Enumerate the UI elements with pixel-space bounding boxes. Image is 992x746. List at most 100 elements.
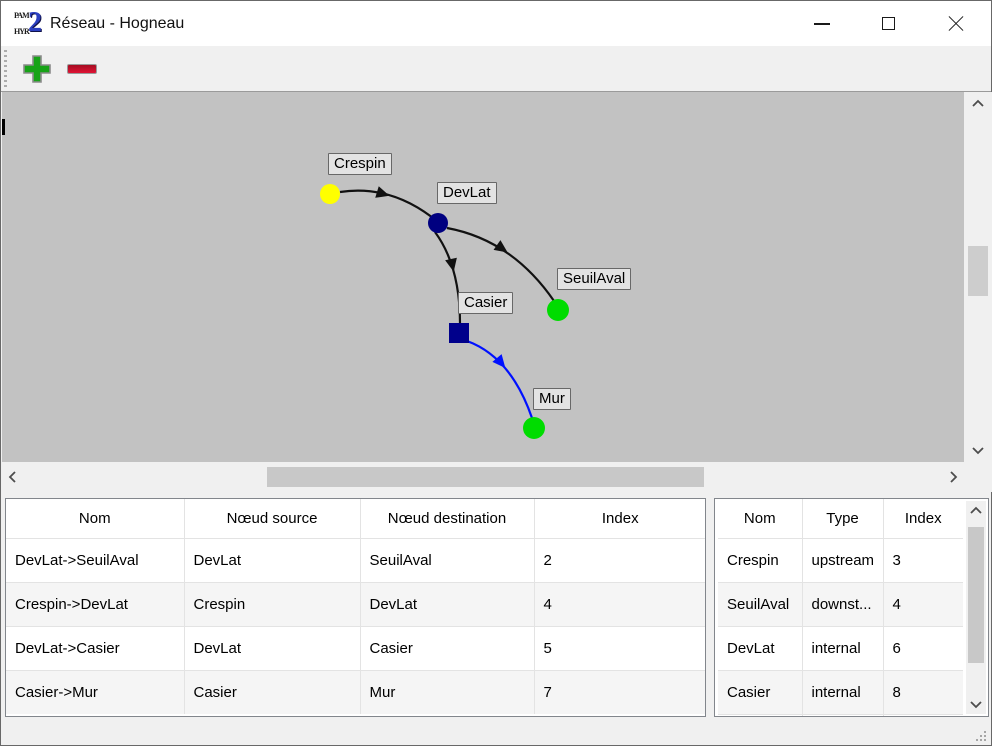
scroll-up-icon[interactable]	[970, 96, 986, 112]
cell-destination[interactable]: DevLat	[360, 582, 534, 626]
table-row[interactable]: SeuilAval downst... 4	[718, 582, 963, 626]
cell-source[interactable]: Casier	[184, 670, 360, 714]
toolbar	[1, 46, 991, 92]
node-label-Casier[interactable]: Casier	[458, 292, 513, 314]
cell-source[interactable]: DevLat	[184, 538, 360, 582]
scroll-down-icon[interactable]	[968, 696, 984, 712]
canvas-horizontal-scrollbar[interactable]	[2, 462, 964, 492]
window-controls	[788, 1, 989, 46]
scrollbar-corner	[964, 462, 992, 492]
nodes-table: Nom Type Index Crespin upstream 3 SeuilA…	[718, 499, 963, 717]
logo-text-bottom: HYR	[14, 27, 29, 36]
clipped-canvas-object	[2, 119, 5, 135]
title-bar[interactable]: PAM HYR 2 Réseau - Hogneau	[1, 1, 991, 46]
cell-type[interactable]: downst...	[802, 582, 883, 626]
app-window: { "window": { "title": "Réseau - Hogneau…	[0, 0, 992, 746]
table-row[interactable]: DevLat->SeuilAval DevLat SeuilAval 2	[6, 538, 706, 582]
window-title: Réseau - Hogneau	[50, 15, 184, 33]
edge-DevLat->Casier[interactable]	[435, 232, 460, 323]
node-DevLat[interactable]	[428, 213, 448, 233]
logo-text-top: PAM	[14, 11, 29, 20]
table-row[interactable]: Casier->Mur Casier Mur 7	[6, 670, 706, 714]
table-row[interactable]: Crespin upstream 3	[718, 538, 963, 582]
node-Crespin[interactable]	[320, 184, 340, 204]
cell-index[interactable]: 2	[534, 538, 706, 582]
header-index[interactable]: Index	[883, 499, 963, 538]
network-canvas-svg	[2, 92, 964, 462]
node-label-Crespin[interactable]: Crespin	[328, 153, 392, 175]
cell-index[interactable]: 8	[883, 670, 963, 714]
edges-table-header-row: Nom Nœud source Nœud destination Index	[6, 499, 706, 538]
cell-index[interactable]: 4	[534, 582, 706, 626]
header-index[interactable]: Index	[534, 499, 706, 538]
minimize-icon	[814, 23, 830, 25]
close-icon	[947, 15, 965, 33]
table-row[interactable]	[718, 714, 963, 717]
node-Casier[interactable]	[449, 323, 469, 343]
node-Mur[interactable]	[523, 417, 545, 439]
canvas-vertical-scrollbar[interactable]	[964, 92, 992, 462]
cell-source[interactable]: DevLat	[184, 626, 360, 670]
scroll-left-icon[interactable]	[5, 469, 21, 485]
logo-text-big: 2	[28, 7, 42, 39]
nodes-table-scroll-thumb[interactable]	[968, 527, 984, 663]
network-canvas[interactable]: Crespin DevLat SeuilAval Casier Mur	[2, 92, 964, 462]
add-button[interactable]	[21, 53, 53, 85]
cell-index[interactable]: 3	[883, 538, 963, 582]
cell-nom[interactable]: DevLat->Casier	[6, 626, 184, 670]
canvas-hscroll-thumb[interactable]	[267, 467, 704, 487]
header-nom[interactable]: Nom	[6, 499, 184, 538]
header-noeud-source[interactable]: Nœud source	[184, 499, 360, 538]
plus-icon	[21, 53, 53, 85]
scroll-right-icon[interactable]	[945, 469, 961, 485]
cell-destination[interactable]: Casier	[360, 626, 534, 670]
edge-Casier->Mur[interactable]	[467, 341, 532, 418]
toolbar-drag-handle[interactable]	[4, 50, 7, 88]
table-row[interactable]: Crespin->DevLat Crespin DevLat 4	[6, 582, 706, 626]
node-label-SeuilAval[interactable]: SeuilAval	[557, 268, 631, 290]
minus-icon	[67, 64, 97, 74]
node-label-DevLat[interactable]: DevLat	[437, 182, 497, 204]
cell-nom[interactable]: SeuilAval	[718, 582, 802, 626]
table-row[interactable]: DevLat->Casier DevLat Casier 5	[6, 626, 706, 670]
header-nom[interactable]: Nom	[718, 499, 802, 538]
remove-button[interactable]	[67, 64, 97, 74]
cell-index[interactable]: 6	[883, 626, 963, 670]
cell-type[interactable]: internal	[802, 626, 883, 670]
table-row[interactable]: DevLat internal 6	[718, 626, 963, 670]
nodes-table-panel: Nom Type Index Crespin upstream 3 SeuilA…	[714, 498, 989, 717]
cell-nom[interactable]: Casier->Mur	[6, 670, 184, 714]
minimize-button[interactable]	[788, 1, 855, 46]
header-type[interactable]: Type	[802, 499, 883, 538]
maximize-icon	[882, 17, 895, 30]
table-row[interactable]: Casier internal 8	[718, 670, 963, 714]
cell-nom[interactable]: Casier	[718, 670, 802, 714]
cell-index[interactable]: 4	[883, 582, 963, 626]
cell-nom[interactable]: DevLat	[718, 626, 802, 670]
cell-source[interactable]: Crespin	[184, 582, 360, 626]
cell-type[interactable]: internal	[802, 670, 883, 714]
nodes-table-scrollbar[interactable]	[966, 501, 986, 714]
cell-nom[interactable]: DevLat->SeuilAval	[6, 538, 184, 582]
cell-index[interactable]: 7	[534, 670, 706, 714]
cell-destination[interactable]: Mur	[360, 670, 534, 714]
edge-Crespin->DevLat[interactable]	[340, 191, 438, 222]
scroll-up-icon[interactable]	[968, 503, 984, 519]
close-button[interactable]	[922, 1, 989, 46]
cell-destination[interactable]: SeuilAval	[360, 538, 534, 582]
status-bar	[1, 719, 991, 745]
canvas-vscroll-thumb[interactable]	[968, 246, 988, 296]
node-label-Mur[interactable]: Mur	[533, 388, 571, 410]
header-noeud-destination[interactable]: Nœud destination	[360, 499, 534, 538]
cell-index[interactable]: 5	[534, 626, 706, 670]
cell-nom[interactable]: Crespin	[718, 538, 802, 582]
scroll-down-icon[interactable]	[970, 442, 986, 458]
resize-grip-icon[interactable]	[976, 731, 987, 742]
edges-table: Nom Nœud source Nœud destination Index D…	[6, 499, 706, 714]
cell-type[interactable]: upstream	[802, 538, 883, 582]
edge-DevLat->SeuilAval[interactable]	[447, 228, 554, 301]
maximize-button[interactable]	[855, 1, 922, 46]
node-SeuilAval[interactable]	[547, 299, 569, 321]
cell-nom[interactable]: Crespin->DevLat	[6, 582, 184, 626]
edges-table-panel: Nom Nœud source Nœud destination Index D…	[5, 498, 706, 717]
